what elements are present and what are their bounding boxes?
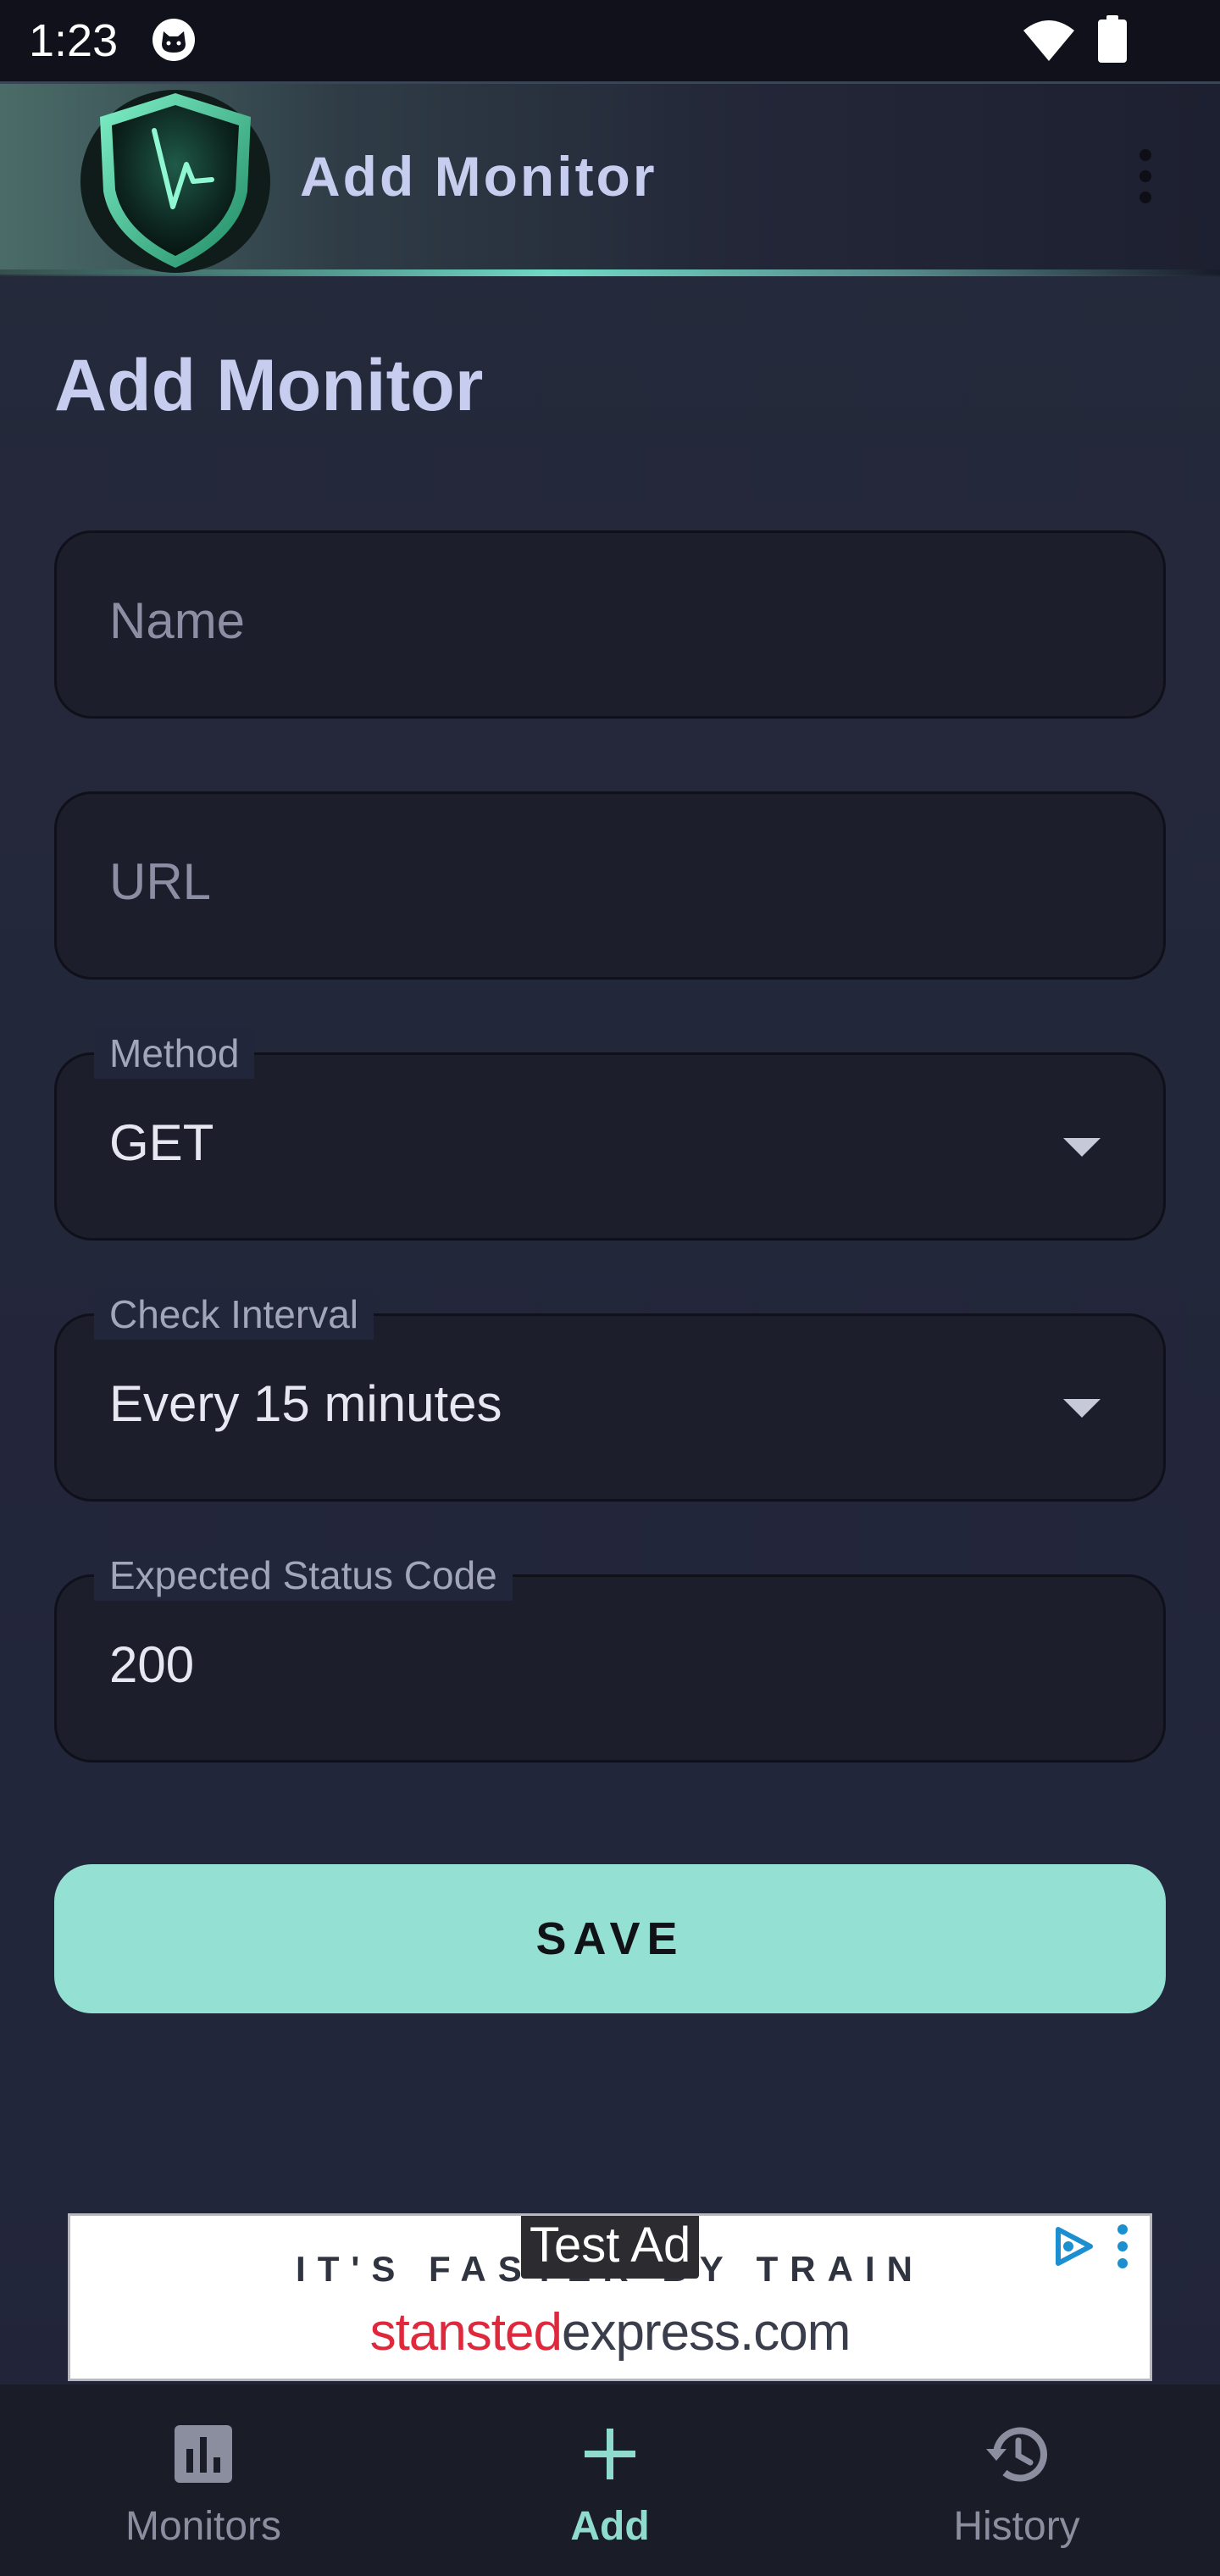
menu-dot — [1140, 170, 1151, 182]
check-interval-dropdown[interactable]: Check Interval Every 15 minutes — [54, 1289, 1166, 1502]
history-icon — [986, 2427, 1047, 2482]
cat-notification-icon — [152, 19, 195, 61]
more-vert-icon[interactable] — [1128, 142, 1162, 210]
nav-label-history: History — [953, 2504, 1080, 2549]
url-placeholder: URL — [109, 853, 212, 910]
ad-banner[interactable]: IT'S FASTER BY TRAIN stanstedexpress.com… — [68, 2213, 1152, 2381]
check-interval-label: Check Interval — [94, 1289, 374, 1340]
method-dropdown[interactable]: Method GET — [54, 1028, 1166, 1241]
dropdown-arrow-icon — [1063, 1399, 1101, 1418]
nav-item-monitors[interactable]: Monitors — [0, 2384, 407, 2576]
ad-domain-part2: express.com — [561, 2303, 851, 2362]
ad-choices-icon[interactable] — [1051, 2224, 1095, 2268]
name-field[interactable]: Name — [54, 530, 1166, 719]
battery-icon — [1098, 15, 1127, 63]
ad-domain: stanstedexpress.com — [70, 2301, 1150, 2365]
expected-status-code-value: 200 — [109, 1636, 195, 1693]
ad-domain-part1: stansted — [369, 2303, 563, 2362]
bottom-navigation: Monitors Add History — [0, 2384, 1220, 2576]
nav-label-add: Add — [570, 2504, 650, 2549]
url-field[interactable]: URL — [54, 791, 1166, 980]
page-heading: Add Monitor — [54, 345, 484, 426]
menu-dot — [1140, 149, 1151, 161]
expected-status-code-field[interactable]: Expected Status Code 200 — [54, 1550, 1166, 1763]
save-button[interactable]: SAVE — [54, 1864, 1166, 2013]
dropdown-arrow-icon — [1063, 1138, 1101, 1157]
menu-dot — [1140, 192, 1151, 203]
nav-item-add[interactable]: Add — [407, 2384, 813, 2576]
shield-heartbeat-logo — [80, 90, 270, 273]
nav-label-monitors: Monitors — [125, 2504, 282, 2549]
test-ad-label: Test Ad — [521, 2216, 700, 2279]
name-placeholder: Name — [109, 592, 246, 649]
expected-status-code-label: Expected Status Code — [94, 1550, 513, 1601]
method-value: GET — [109, 1114, 214, 1171]
wifi-icon — [1023, 20, 1074, 61]
add-icon — [585, 2429, 635, 2479]
bar-chart-icon — [175, 2425, 232, 2483]
ad-menu-icon[interactable] — [1116, 2224, 1129, 2268]
nav-item-history[interactable]: History — [813, 2384, 1220, 2576]
status-time: 1:23 — [29, 15, 119, 66]
add-monitor-screen: 1:23 Add Monitor Add Monitor Name URL Me… — [0, 0, 1220, 2576]
status-bar: 1:23 — [0, 0, 1220, 81]
app-bar-title: Add Monitor — [300, 145, 657, 208]
check-interval-value: Every 15 minutes — [109, 1375, 502, 1432]
method-label: Method — [94, 1028, 255, 1079]
